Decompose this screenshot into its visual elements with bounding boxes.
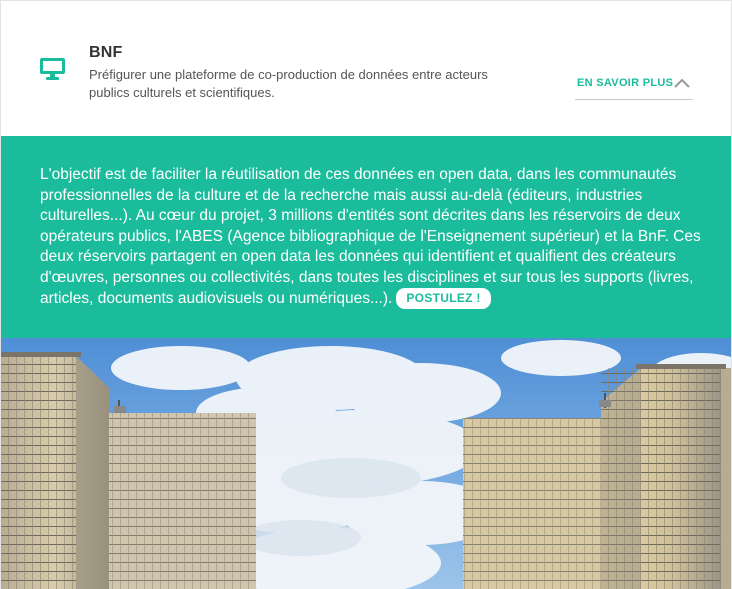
project-title: BNF — [89, 44, 123, 61]
chevron-up-icon — [674, 78, 690, 88]
project-subtitle: Préfigurer une plateforme de co-producti… — [89, 67, 488, 100]
library-photo — [1, 338, 731, 589]
description-text-block: L'objectif est de faciliter la réutilisa… — [40, 165, 701, 310]
description-text: L'objectif est de faciliter la réutilisa… — [40, 166, 701, 307]
learn-more-label: EN SAVOIR PLUS — [577, 77, 674, 89]
monitor-icon — [40, 58, 65, 80]
project-card: BNF Préfigurer une plateforme de co-prod… — [0, 0, 732, 589]
apply-button[interactable]: POSTULEZ ! — [396, 288, 491, 309]
card-header: BNF Préfigurer une plateforme de co-prod… — [1, 1, 731, 136]
learn-more-button[interactable]: EN SAVOIR PLUS — [575, 72, 693, 100]
description-panel: L'objectif est de faciliter la réutilisa… — [1, 136, 731, 338]
